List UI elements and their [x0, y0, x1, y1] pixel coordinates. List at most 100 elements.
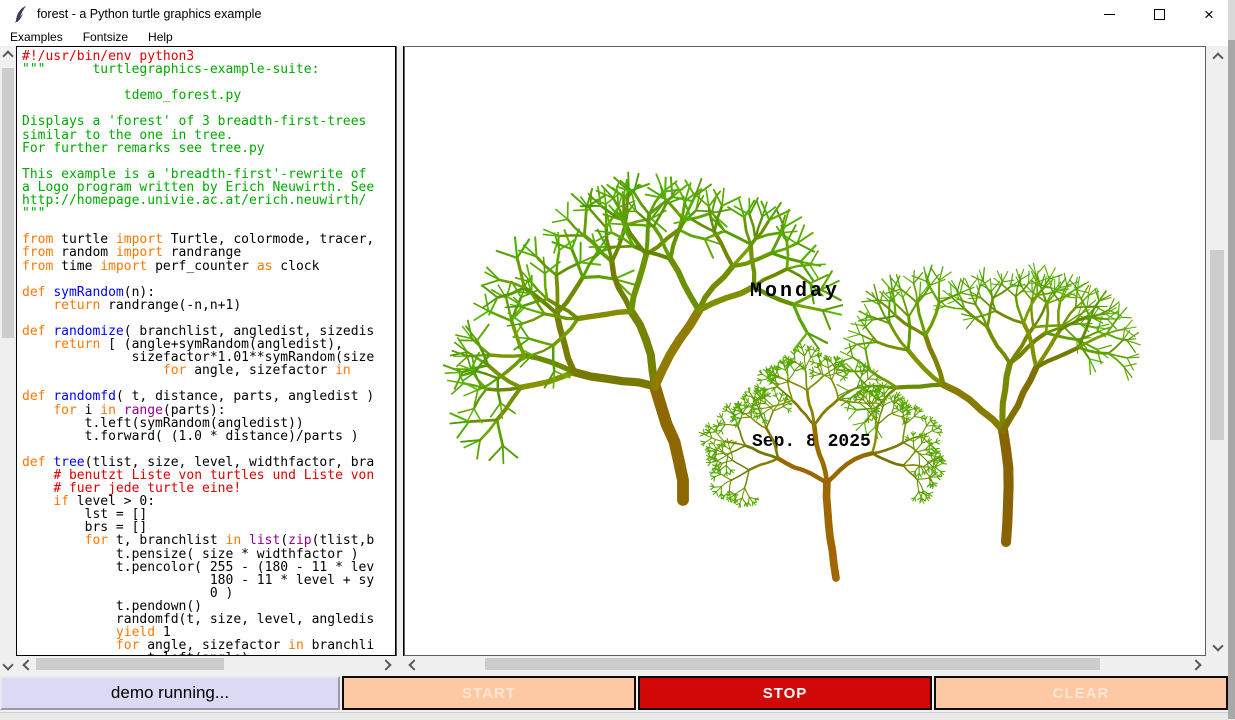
tree-branch [485, 294, 488, 311]
canvas-vscroll-up-icon[interactable] [1210, 50, 1226, 66]
tree-branch [631, 254, 646, 311]
tree-branch [1016, 297, 1024, 324]
tree-branch [474, 311, 488, 320]
code-hscroll-thumb[interactable] [36, 658, 224, 670]
menu-examples[interactable]: Examples [4, 29, 69, 45]
tree-branch [745, 487, 750, 497]
tree-branch [872, 403, 880, 404]
tree-branch [535, 237, 536, 256]
tree-branch [472, 339, 490, 356]
status-label: demo running... [0, 676, 340, 710]
code-vscroll-thumb[interactable] [2, 68, 14, 338]
code-vscroll-up-icon[interactable] [0, 48, 16, 64]
tree-branch [1095, 324, 1109, 327]
tree-branch [670, 220, 684, 258]
tree-branch [714, 232, 732, 267]
tree-branch [791, 365, 795, 371]
tree-branch [721, 474, 731, 480]
tree-branch [749, 497, 750, 503]
tree-branch [736, 412, 742, 415]
code-line: return randrange(-n,n+1) [22, 299, 395, 312]
tree-branch [903, 422, 904, 425]
tree-branch [983, 268, 984, 282]
tree-branch [936, 442, 939, 444]
start-button[interactable]: START [342, 676, 636, 710]
tree-branch [477, 325, 489, 341]
tree-branch [805, 369, 807, 391]
code-vscrollbar[interactable] [0, 46, 16, 674]
stop-button[interactable]: STOP [638, 676, 932, 710]
tree-branch [730, 470, 731, 474]
tree-branch [802, 344, 805, 348]
tree-branch [892, 414, 902, 417]
tree-branch [738, 408, 742, 409]
tree-branch [1002, 271, 1008, 282]
code-hscroll-right-icon[interactable] [378, 657, 394, 673]
tree-branch [486, 387, 521, 390]
title-bar: forest - a Python turtle graphics exampl… [0, 0, 1228, 28]
code-hscroll-left-icon[interactable] [20, 657, 36, 673]
tree-branch [1002, 280, 1014, 282]
tree-branch [506, 306, 523, 307]
menu-fontsize[interactable]: Fontsize [77, 29, 134, 45]
tree-branch [733, 461, 749, 471]
tree-branch [448, 381, 464, 384]
tree-branch [506, 298, 511, 321]
tree-branch [976, 311, 996, 318]
tree-branch [544, 257, 545, 273]
tree-branch [722, 189, 724, 206]
tree-branch [862, 300, 878, 302]
tree-branch [827, 453, 872, 482]
tree-branch [574, 372, 655, 386]
tree-branch [607, 246, 634, 247]
tree-branch [891, 396, 892, 399]
menu-help[interactable]: Help [142, 29, 179, 45]
tree-branch [655, 310, 699, 386]
tree-branch [631, 311, 655, 386]
canvas-vscrollbar[interactable] [1208, 46, 1228, 656]
close-button[interactable]: × [1198, 3, 1220, 25]
tree-branch [787, 242, 788, 269]
tree-branch [729, 403, 731, 407]
tree-branch [741, 417, 752, 418]
tree-branch [823, 310, 842, 314]
tree-branch [788, 409, 789, 413]
code-viewer[interactable]: #!/usr/bin/env python3""" turtlegraphics… [16, 46, 396, 656]
tree-branch [836, 373, 843, 376]
tree-branch [764, 413, 765, 420]
tree-branch [892, 404, 894, 413]
tree-branch [489, 446, 503, 461]
tree-branch [742, 498, 745, 503]
tree-branch [823, 305, 843, 310]
canvas-hscroll-left-icon[interactable] [406, 657, 422, 673]
canvas-hscroll-right-icon[interactable] [1188, 657, 1204, 673]
tree-branch [925, 420, 926, 426]
control-bar: demo running... START STOP CLEAR [0, 676, 1228, 710]
canvas-hscroll-thumb[interactable] [485, 658, 1100, 670]
tree-branch [446, 372, 463, 373]
tree-branch [872, 443, 903, 454]
code-vscroll-bottom-icon[interactable] [0, 657, 16, 673]
tree-branch [822, 365, 829, 368]
tree-branch [805, 358, 811, 369]
tree-branch [731, 470, 749, 480]
tree-branch [932, 431, 938, 433]
tree-branch [515, 237, 517, 258]
tree-branch [497, 420, 503, 446]
maximize-button[interactable] [1148, 3, 1170, 25]
turtle-canvas[interactable]: MondaySep. 8 2025 [404, 46, 1206, 656]
canvas-vscroll-thumb[interactable] [1210, 250, 1224, 440]
tree-branch [758, 374, 762, 375]
code-hscrollbar[interactable] [16, 656, 396, 673]
clear-button[interactable]: CLEAR [934, 676, 1228, 710]
tree-branch [766, 411, 773, 428]
canvas-vscroll-down-icon[interactable] [1210, 638, 1226, 654]
pane-separator [396, 46, 404, 674]
tree-branch [788, 404, 792, 405]
canvas-hscrollbar[interactable] [404, 656, 1206, 673]
tree-branch [783, 407, 788, 410]
tree-branch [938, 428, 941, 430]
tree-branch [867, 371, 868, 379]
tree-branch [595, 231, 611, 233]
minimize-button[interactable] [1098, 3, 1120, 25]
